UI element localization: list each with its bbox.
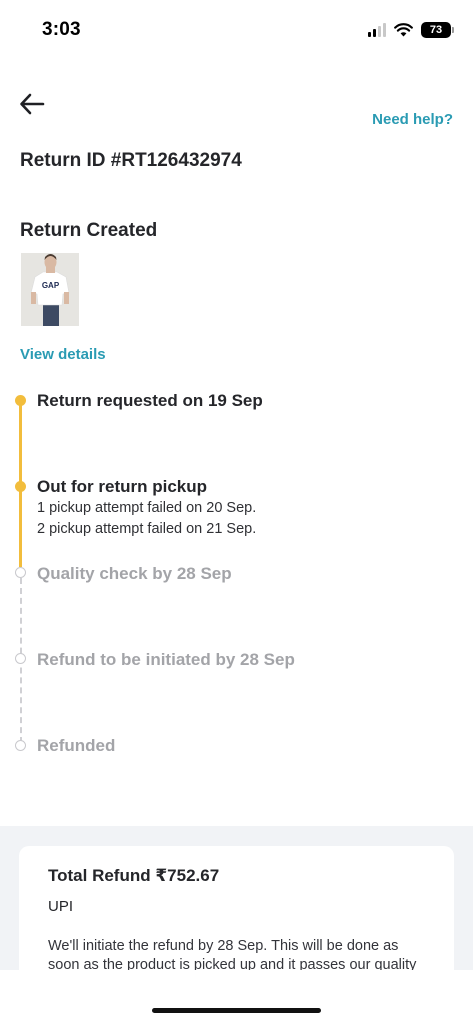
wifi-icon [394, 23, 413, 37]
return-id: Return ID #RT126432974 [20, 150, 242, 171]
home-indicator-area [0, 970, 473, 1024]
status-icons: 73 [368, 20, 454, 40]
cellular-signal-icon [368, 23, 386, 37]
step-dot-completed [15, 481, 26, 492]
battery-icon: 73 [421, 22, 454, 38]
step-return-requested: Return requested on 19 Sep [37, 391, 263, 410]
step-quality-check: Quality check by 28 Sep [37, 564, 232, 583]
refund-summary-card: Total Refund ₹752.67 UPI We'll initiate … [19, 846, 454, 970]
view-details-link[interactable]: View details [20, 346, 106, 363]
back-button[interactable] [18, 90, 46, 118]
step-out-for-pickup: Out for return pickup [37, 477, 207, 496]
battery-level: 73 [429, 24, 443, 36]
refund-note: We'll initiate the refund by 28 Sep. Thi… [48, 938, 417, 970]
step-refunded: Refunded [37, 736, 116, 755]
arrow-left-icon [20, 93, 45, 115]
refund-total: Total Refund ₹752.67 [48, 866, 220, 885]
step-dot-pending [15, 653, 26, 664]
pickup-attempt-note: 1 pickup attempt failed on 20 Sep. [37, 500, 257, 516]
step-refund-initiated: Refund to be initiated by 28 Sep [37, 650, 295, 669]
tshirt-photo-icon: GAP [21, 253, 79, 326]
home-indicator[interactable] [152, 1008, 321, 1013]
product-logo-text: GAP [42, 281, 60, 290]
refund-method: UPI [48, 898, 74, 915]
pickup-attempt-note: 2 pickup attempt failed on 21 Sep. [37, 521, 257, 537]
step-dot-pending [15, 567, 26, 578]
step-dot-pending [15, 740, 26, 751]
product-image[interactable]: GAP [21, 253, 79, 326]
status-bar: 3:03 73 [0, 0, 473, 56]
status-time: 3:03 [42, 19, 81, 40]
need-help-link[interactable]: Need help? [372, 111, 453, 128]
return-status-title: Return Created [20, 220, 158, 241]
step-dot-completed [15, 395, 26, 406]
